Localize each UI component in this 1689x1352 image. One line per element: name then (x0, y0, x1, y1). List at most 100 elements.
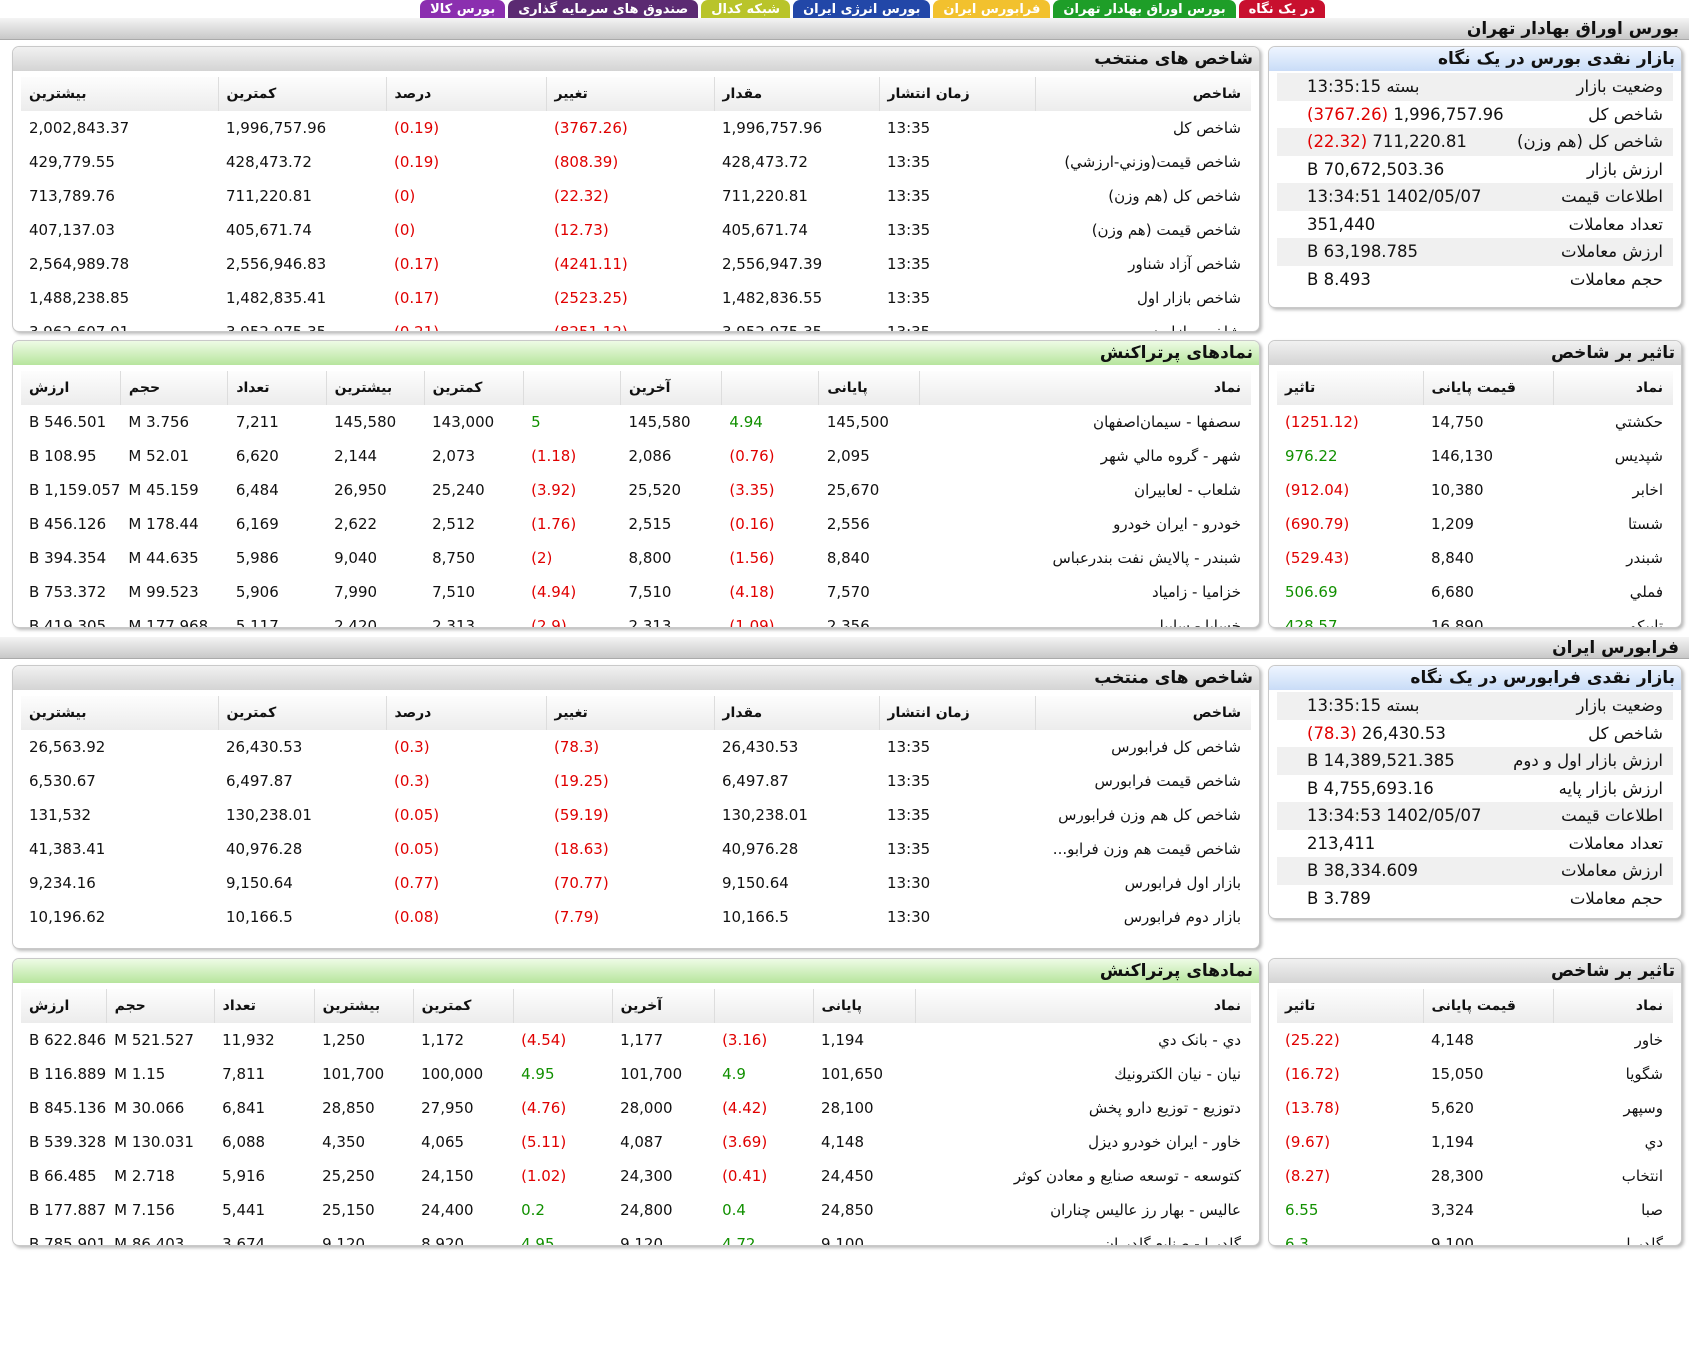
index-name-link[interactable]: شاخص بازار اول (1035, 281, 1251, 315)
index-name-link[interactable]: شاخص قیمت هم وزن فرابو... (1035, 832, 1251, 866)
table-row[interactable]: وسپهر 5,620 (13.78) (1277, 1091, 1673, 1125)
table-row[interactable]: خساپا - سايپا 2,356 (1.09) 2,313 (2.9) 2,313 2… (21, 609, 1251, 627)
symbol-link[interactable]: شبندر - پالايش نفت بندرعباس (920, 541, 1251, 575)
symbol-link[interactable]: شهر - گروه مالي شهر (920, 439, 1251, 473)
table-cell: 5,620 (1431, 1099, 1474, 1117)
table-row[interactable]: شلعاب - لعابيران 25,670 (3.35) 25,520 (3.92)… (21, 473, 1251, 507)
table-row[interactable]: شاخص کل هم وزن فرابورس 13:35 130,238.01 (59… (21, 798, 1251, 832)
table-row[interactable]: بازار دوم فرابورس 13:30 10,166.5 (7.79) (0.0… (21, 900, 1251, 934)
symbol-link[interactable]: خساپا - سايپا (920, 609, 1251, 627)
symbol-link[interactable]: شگويا (1553, 1057, 1673, 1091)
tab-5[interactable]: صندوق های سرمایه گذاری (508, 0, 699, 20)
table-row[interactable]: اخابر 10,380 (912.04) (1277, 473, 1673, 507)
table-row[interactable]: شاخص قیمت(وزني-ارزشي) 13:35 428,473.72 (808… (21, 145, 1251, 179)
table-cell: (808.39) (554, 153, 619, 171)
symbol-link[interactable]: شستا (1553, 507, 1673, 541)
index-name-link[interactable]: شاخص کل فرابورس (1035, 730, 1251, 764)
table-row[interactable]: شپديس 146,130 976.22 (1277, 439, 1673, 473)
table-row[interactable]: شاخص کل 13:35 1,996,757.96 (3767.26) (0.19) 1… (21, 111, 1251, 145)
table-row[interactable]: تاپيکو 16,890 428.57 (1277, 609, 1673, 627)
index-name-link[interactable]: شاخص کل (1035, 111, 1251, 145)
table-row[interactable]: شهر - گروه مالي شهر 2,095 (0.76) 2,086 (1.18… (21, 439, 1251, 473)
table-row[interactable]: صبا 3,324 6.55 (1277, 1193, 1673, 1227)
table-row[interactable]: شاخص قیمت هم وزن فرابو... 13:35 40,976.28 (… (21, 832, 1251, 866)
summary-value-main: 1402/05/07 13:34:51 (1307, 187, 1482, 207)
table-cell: 1,996,757.96 (226, 119, 327, 137)
table-row[interactable]: عاليس - بهار رز عاليس چناران 24,850 0.4 24,… (21, 1193, 1251, 1227)
table-cell: 131,532 (29, 806, 92, 824)
symbol-link[interactable]: شبندر (1553, 541, 1673, 575)
table-row[interactable]: سصفها - سيمان‌اصفهان 145,500 4.94 145,580 5 1… (21, 405, 1251, 439)
table-row[interactable]: بازار اول فرابورس 13:30 9,150.64 (70.77) (0.… (21, 866, 1251, 900)
tab-2[interactable]: فرابورس ایران (933, 0, 1051, 20)
symbol-link[interactable]: تاپيکو (1553, 609, 1673, 627)
table-row[interactable]: شگويا 15,050 (16.72) (1277, 1057, 1673, 1091)
tab-6[interactable]: بورس کالا (420, 0, 506, 20)
table-cell: 1,996,757.96 (722, 119, 823, 137)
symbol-link[interactable]: سصفها - سيمان‌اصفهان (920, 405, 1251, 439)
table-cell: 15,050 (1431, 1065, 1484, 1083)
symbol-link[interactable]: شلعاب - لعابيران (920, 473, 1251, 507)
column-header: تعداد (214, 989, 315, 1023)
table-row[interactable]: شاخص کل (هم وزن) 13:35 711,220.81 (22.32) (0… (21, 179, 1251, 213)
column-header: قیمت پایانی (1423, 989, 1554, 1023)
table-row[interactable]: شبندر - پالايش نفت بندرعباس 8,840 (1.56) 8,… (21, 541, 1251, 575)
symbol-link[interactable]: گلديرا - صنايع گلديران (915, 1227, 1251, 1245)
table-row[interactable]: دي - بانک دي 1,194 (3.16) 1,177 (4.54) 1,172 1… (21, 1023, 1251, 1057)
index-name-link[interactable]: شاخص قیمت(وزني-ارزشي) (1035, 145, 1251, 179)
index-name-link[interactable]: شاخص قیمت (هم وزن) (1035, 213, 1251, 247)
symbol-link[interactable]: فملي (1553, 575, 1673, 609)
table-row[interactable]: حکشتي 14,750 (1251.12) (1277, 405, 1673, 439)
table-row[interactable]: شاخص بازار اول 13:35 1,482,836.55 (2523.25)… (21, 281, 1251, 315)
index-name-link[interactable]: شاخص کل (هم وزن) (1035, 179, 1251, 213)
summary-row: شاخص کل (هم وزن) 711,220.81 (22.32) (1277, 128, 1673, 156)
symbol-link[interactable]: انتخاب (1553, 1159, 1673, 1193)
tab-3[interactable]: بورس انرژی ایران (793, 0, 931, 20)
symbol-link[interactable]: دتوزيع - توزيع دارو پخش (915, 1091, 1251, 1125)
symbol-link[interactable]: خزاميا - زامياد (920, 575, 1251, 609)
symbol-link[interactable]: وسپهر (1553, 1091, 1673, 1125)
table-row[interactable]: شاخص آزاد شناور 13:35 2,556,947.39 (4241.11… (21, 247, 1251, 281)
table-row[interactable]: گلديرا - صنايع گلديران 9,100 4.72 9,120 4.95… (21, 1227, 1251, 1245)
symbol-link[interactable]: خاور (1553, 1023, 1673, 1057)
symbol-link[interactable]: شپديس (1553, 439, 1673, 473)
table-row[interactable]: كتوسعه - توسعه صنايع و معادن كوثر 24,450 (… (21, 1159, 1251, 1193)
table-row[interactable]: شاخص قیمت (هم وزن) 13:35 405,671.74 (12.73)… (21, 213, 1251, 247)
table-row[interactable]: خودرو - ايران‌ خودرو 2,556 (0.16) 2,515 (1.7… (21, 507, 1251, 541)
index-name-link[interactable]: شاخص آزاد شناور (1035, 247, 1251, 281)
symbol-link[interactable]: كتوسعه - توسعه صنايع و معادن كوثر (915, 1159, 1251, 1193)
tab-4[interactable]: شبکه کدال (701, 0, 791, 20)
index-name-link[interactable]: شاخص بازار دوم (1035, 315, 1251, 331)
table-row[interactable]: خزاميا - زامياد 7,570 (4.18) 7,510 (4.94) 7,5… (21, 575, 1251, 609)
table-row[interactable]: شبندر 8,840 (529.43) (1277, 541, 1673, 575)
table-row[interactable]: شاخص بازار دوم 13:35 3,952,975.35 (8251.12)… (21, 315, 1251, 331)
table-row[interactable]: شاخص قیمت فرابورس 13:35 6,497.87 (19.25) (0.… (21, 764, 1251, 798)
symbol-link[interactable]: اخابر (1553, 473, 1673, 507)
symbol-link[interactable]: دي - بانک دي (915, 1023, 1251, 1057)
symbol-link[interactable]: عاليس - بهار رز عاليس چناران (915, 1193, 1251, 1227)
table-row[interactable]: فملي 6,680 506.69 (1277, 575, 1673, 609)
index-name-link[interactable]: بازار دوم فرابورس (1035, 900, 1251, 934)
symbol-link[interactable]: حکشتي (1553, 405, 1673, 439)
table-row[interactable]: شستا 1,209 (690.79) (1277, 507, 1673, 541)
symbol-link[interactable]: خودرو - ايران‌ خودرو (920, 507, 1251, 541)
symbol-link[interactable]: گلديرا (1553, 1227, 1673, 1245)
symbol-link[interactable]: دي (1553, 1125, 1673, 1159)
table-row[interactable]: گلديرا 9,100 6.3 (1277, 1227, 1673, 1245)
symbol-link[interactable]: صبا (1553, 1193, 1673, 1227)
symbol-link[interactable]: خاور - ايران‌ خودرو ديزل (915, 1125, 1251, 1159)
table-row[interactable]: نيان - نيان الكترونيك 101,650 4.9 101,700 4.… (21, 1057, 1251, 1091)
table-row[interactable]: شاخص کل فرابورس 13:35 26,430.53 (78.3) (0.3)… (21, 730, 1251, 764)
symbol-link[interactable]: نيان - نيان الكترونيك (915, 1057, 1251, 1091)
index-name-link[interactable]: شاخص کل هم وزن فرابورس (1035, 798, 1251, 832)
tab-1[interactable]: بورس اوراق بهادار تهران (1053, 0, 1236, 20)
table-row[interactable]: انتخاب 28,300 (8.27) (1277, 1159, 1673, 1193)
table-row[interactable]: خاور 4,148 (25.22) (1277, 1023, 1673, 1057)
index-name-link[interactable]: بازار اول فرابورس (1035, 866, 1251, 900)
table-row[interactable]: دتوزيع - توزيع دارو پخش 28,100 (4.42) 28,00… (21, 1091, 1251, 1125)
index-name-link[interactable]: شاخص قیمت فرابورس (1035, 764, 1251, 798)
table-row[interactable]: خاور - ايران‌ خودرو ديزل 4,148 (3.69) 4,087… (21, 1125, 1251, 1159)
column-header: مقدار (714, 696, 880, 730)
table-row[interactable]: دي 1,194 (9.67) (1277, 1125, 1673, 1159)
tab-0[interactable]: در یک نگاه (1238, 0, 1325, 20)
